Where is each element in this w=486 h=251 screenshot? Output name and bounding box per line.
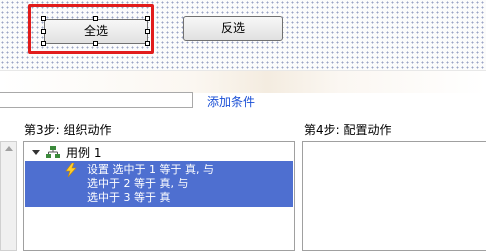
divider-strip bbox=[0, 70, 486, 93]
resize-handle-tl[interactable] bbox=[41, 16, 46, 21]
collapse-arrow-icon[interactable] bbox=[32, 149, 40, 155]
resize-handle-br[interactable] bbox=[145, 41, 150, 46]
resize-handle-tr[interactable] bbox=[145, 16, 150, 21]
condition-input[interactable] bbox=[0, 92, 193, 108]
case-label: 用例 1 bbox=[66, 145, 102, 160]
selected-action-row[interactable]: 设置 选中于 1 等于 真, 与 选中于 2 等于 真, 与 选中于 3 等于 … bbox=[25, 161, 293, 207]
scroll-up-arrow-icon[interactable] bbox=[5, 146, 13, 151]
add-condition-link[interactable]: 添加条件 bbox=[207, 93, 255, 110]
action-description: 设置 选中于 1 等于 真, 与 选中于 2 等于 真, 与 选中于 3 等于 … bbox=[87, 163, 214, 205]
lightning-bolt-icon bbox=[65, 163, 77, 177]
invert-selection-button[interactable]: 反选 bbox=[183, 16, 283, 41]
resize-handle-tm[interactable] bbox=[93, 16, 98, 21]
organize-actions-panel[interactable]: 用例 1 设置 选中于 1 等于 真, 与 选中于 2 等于 真, 与 选中于 … bbox=[23, 141, 295, 251]
action-line: 选中于 3 等于 真 bbox=[87, 191, 171, 204]
action-line: 选中于 2 等于 真, 与 bbox=[87, 177, 189, 190]
action-line: 设置 选中于 1 等于 真, 与 bbox=[87, 163, 214, 176]
resize-handle-ml[interactable] bbox=[41, 29, 46, 34]
step3-label: 第3步: 组织动作 bbox=[24, 123, 112, 137]
resize-handle-bl[interactable] bbox=[41, 41, 46, 46]
step4-label: 第4步: 配置动作 bbox=[304, 123, 392, 137]
resize-handle-bm[interactable] bbox=[93, 41, 98, 46]
configure-actions-panel[interactable] bbox=[302, 141, 486, 251]
tree-case-node[interactable]: 用例 1 bbox=[32, 144, 101, 160]
resize-handle-mr[interactable] bbox=[145, 29, 150, 34]
case-tree-icon bbox=[46, 145, 60, 158]
left-scrollbar[interactable] bbox=[0, 141, 17, 251]
